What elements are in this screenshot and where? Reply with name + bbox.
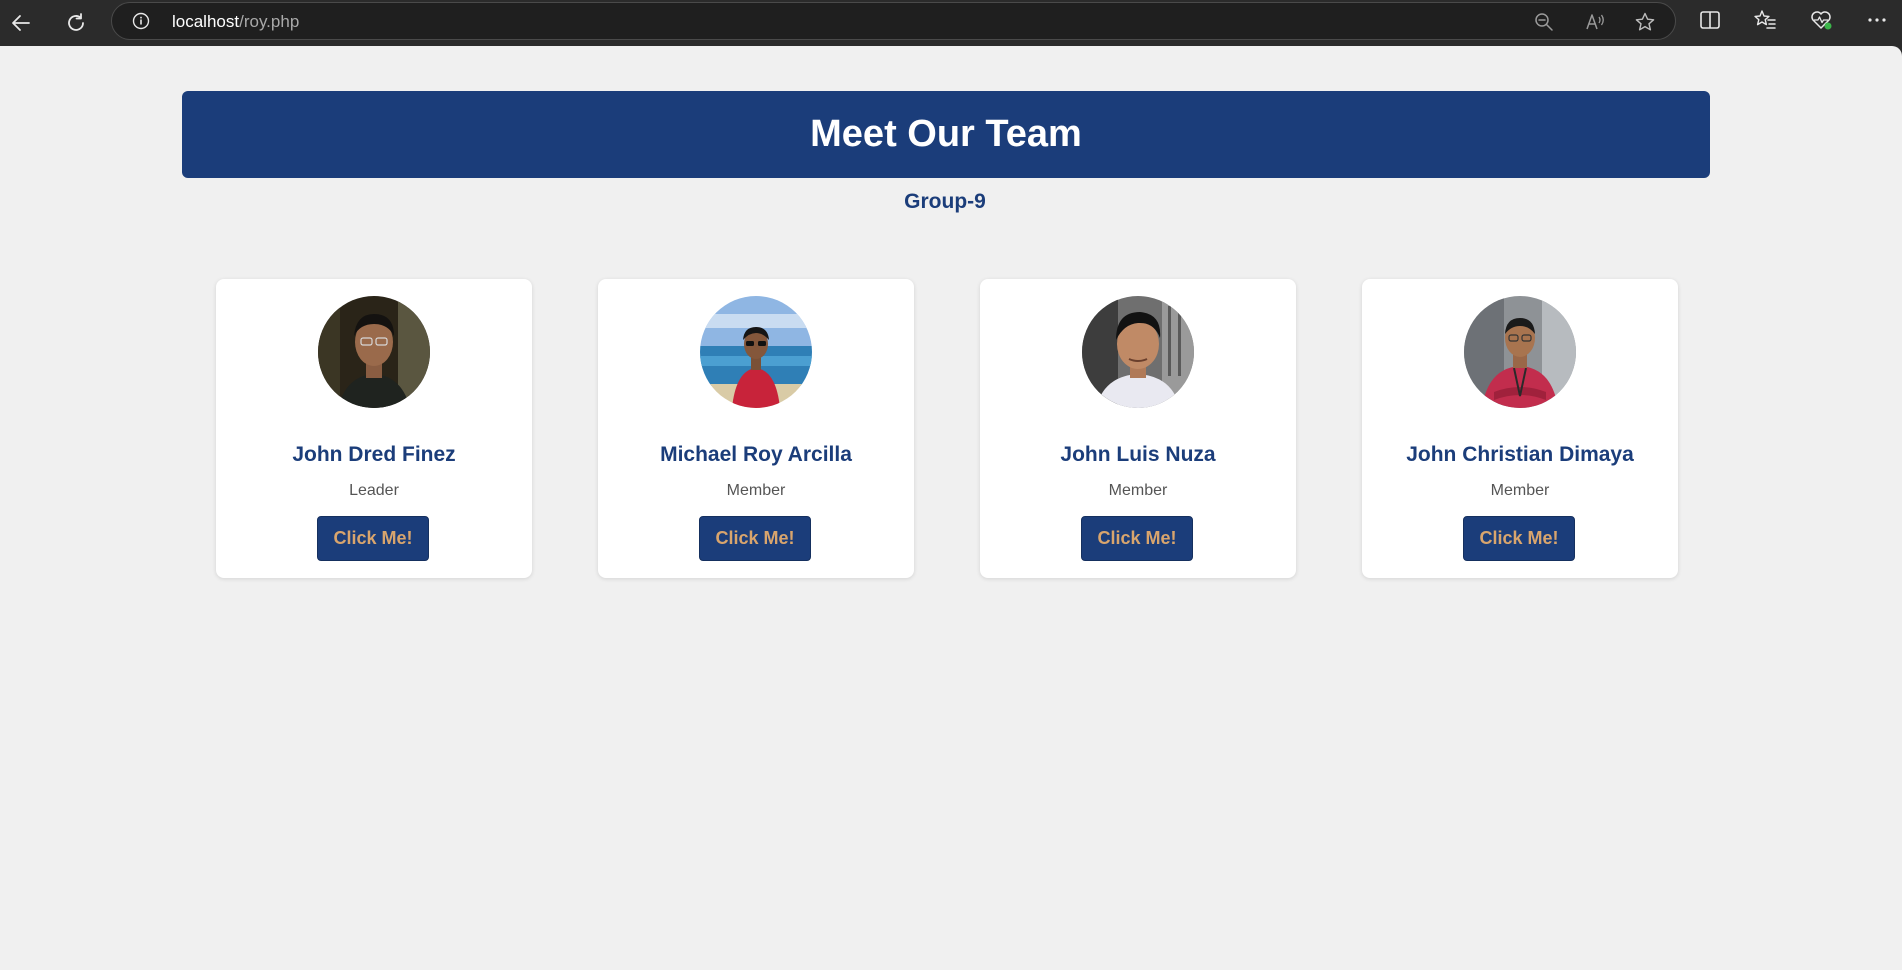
reload-icon [68, 13, 84, 31]
group-subtitle: Group-9 [904, 190, 986, 213]
team-member-card: Michael Roy Arcilla Member Click Me! [598, 279, 914, 578]
page-title: Meet Our Team [810, 113, 1082, 155]
team-member-card: John Luis Nuza Member Click Me! [980, 279, 1296, 578]
member-photo [700, 296, 812, 408]
more-options-icon[interactable] [1865, 8, 1889, 32]
click-me-button[interactable]: Click Me! [1081, 516, 1193, 561]
member-name: John Dred Finez [292, 443, 456, 466]
click-me-button[interactable]: Click Me! [1463, 516, 1575, 561]
click-me-button[interactable]: Click Me! [699, 516, 811, 561]
read-aloud-icon[interactable] [1584, 11, 1606, 33]
click-me-button[interactable]: Click Me! [317, 516, 429, 561]
url-text[interactable]: localhost/roy.php [172, 13, 299, 31]
member-name: John Christian Dimaya [1406, 443, 1634, 466]
page-viewport: Meet Our Team Group-9 John Dred Finez Le… [0, 46, 1902, 970]
team-member-card: John Dred Finez Leader Click Me! [216, 279, 532, 578]
site-info-icon[interactable] [132, 12, 150, 30]
member-role: Member [1490, 482, 1550, 499]
header-banner: Meet Our Team [182, 91, 1710, 178]
member-role: Leader [349, 482, 399, 499]
address-bar[interactable]: localhost/roy.php [111, 2, 1676, 40]
url-path: /roy.php [239, 12, 300, 31]
url-host: localhost [172, 12, 240, 31]
member-name: John Luis Nuza [1060, 443, 1216, 466]
browser-toolbar: localhost/roy.php [0, 0, 1902, 46]
favorite-star-icon[interactable] [1634, 11, 1656, 33]
browser-essentials-icon[interactable] [1809, 8, 1833, 32]
favorites-icon[interactable] [1753, 8, 1777, 32]
back-button[interactable] [3, 5, 39, 41]
split-screen-icon[interactable] [1698, 8, 1722, 32]
team-member-card: John Christian Dimaya Member Click Me! [1362, 279, 1678, 578]
member-photo [1464, 296, 1576, 408]
back-arrow-icon [12, 15, 30, 31]
member-name: Michael Roy Arcilla [660, 443, 852, 466]
member-role: Member [726, 482, 786, 499]
member-photo [318, 296, 430, 408]
member-photo [1082, 296, 1194, 408]
member-role: Member [1108, 482, 1168, 499]
reload-button[interactable] [58, 5, 94, 41]
zoom-out-icon[interactable] [1533, 11, 1555, 33]
